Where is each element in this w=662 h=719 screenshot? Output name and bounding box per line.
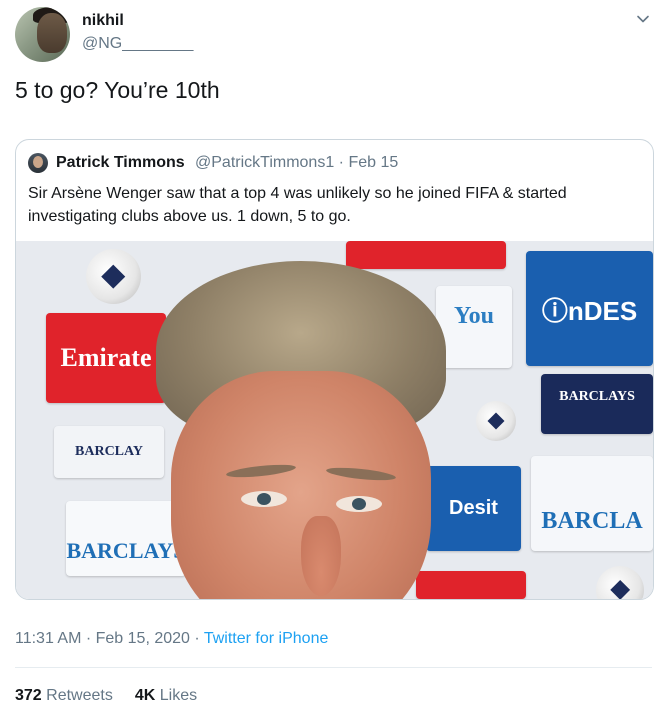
author-name[interactable]: nikhil — [82, 12, 124, 30]
author-handle[interactable]: @NG________ — [82, 35, 193, 53]
tweet-stats: 372 Retweets 4K Likes — [15, 687, 197, 705]
barclays-board-small: BARCLAY — [54, 426, 164, 478]
football-icon — [596, 566, 644, 599]
emirates-board: Emirate — [46, 313, 166, 403]
quoted-author-avatar[interactable] — [28, 153, 48, 173]
retweets-count: 372 — [15, 687, 42, 704]
avatar-face — [37, 13, 67, 53]
author-avatar[interactable] — [15, 7, 70, 62]
retweets-stat[interactable]: 372 Retweets — [15, 687, 113, 704]
quoted-tweet-text: Sir Arsène Wenger saw that a top 4 was u… — [28, 185, 567, 225]
barcla-board: BARCLA — [531, 456, 653, 551]
football-icon — [86, 249, 141, 304]
tweet-timestamp[interactable]: 11:31 AM · Feb 15, 2020 · Twitter for iP… — [15, 630, 328, 648]
quoted-author-handle-date: @PatrickTimmons1 · Feb 15 — [195, 154, 399, 171]
likes-count: 4K — [134, 687, 156, 704]
portrait-eye-left — [241, 491, 287, 507]
portrait-nose — [301, 516, 341, 596]
timestamp-text[interactable]: 11:31 AM · Feb 15, 2020 · — [15, 630, 204, 647]
portrait-eye-right — [336, 496, 382, 512]
likes-label: Likes — [159, 687, 198, 704]
quoted-author-name: Patrick Timmons — [56, 154, 185, 171]
quoted-tweet-image[interactable]: Emirate BARCLAY BARCLAYS You ⓘnDES BARCL… — [16, 241, 653, 599]
likes-stat[interactable]: 4K Likes — [135, 687, 197, 704]
divider — [15, 667, 652, 668]
tweet-source-link[interactable]: Twitter for iPhone — [204, 630, 329, 647]
retweets-label: Retweets — [46, 687, 113, 704]
football-icon — [476, 401, 516, 441]
indesit-board: ⓘnDES — [526, 251, 653, 366]
barclays-premier-board: BARCLAYS — [541, 374, 653, 434]
chevron-down-icon[interactable] — [636, 12, 650, 26]
tweet-text: 5 to go? You’re 10th — [15, 77, 220, 103]
quoted-tweet[interactable]: Patrick Timmons @PatrickTimmons1 · Feb 1… — [15, 139, 654, 600]
portrait-head — [151, 261, 451, 599]
